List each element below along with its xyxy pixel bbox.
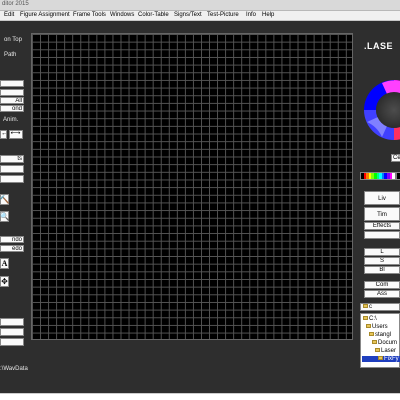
tree-item-laser[interactable]: Laser <box>375 348 396 354</box>
drive-icon <box>363 304 368 309</box>
bottom-strip <box>0 393 400 400</box>
l-button[interactable]: L <box>364 248 400 256</box>
menu-windows[interactable]: Windows <box>110 12 134 18</box>
tree-item-selected[interactable]: FixFy <box>362 356 400 362</box>
folder-icon <box>363 316 368 321</box>
center-button[interactable]: Ce <box>391 154 400 162</box>
move-tool-icon[interactable]: ✥ <box>0 276 9 287</box>
tree-item-stangl[interactable]: stangl <box>369 332 391 338</box>
magnifier-icon[interactable]: 🔍 <box>0 211 9 222</box>
drive-select[interactable]: c <box>360 303 400 311</box>
menu-info[interactable]: Info <box>246 12 256 18</box>
live-button[interactable]: Liv <box>364 191 400 205</box>
right-button-4[interactable] <box>364 231 400 239</box>
wavdata-path: :\WavData <box>0 366 28 372</box>
folder-tree[interactable]: C:\ Users stangl Docum Laser FixFy <box>360 313 400 368</box>
menu-signs-text[interactable]: Signs/Text <box>174 12 202 18</box>
redo-button[interactable]: edo <box>0 245 24 252</box>
undo-button[interactable]: ndo <box>0 236 24 243</box>
app-window: ditor 2015 Edit Figure Assignment Frame … <box>0 0 400 393</box>
menu-frame-tools[interactable]: Frame Tools <box>73 12 106 18</box>
hammer-icon[interactable]: 🔨 <box>0 194 9 205</box>
right-panel: .LASE Ce Liv Tim Effects L S Bl Com Ass … <box>358 33 400 393</box>
arrow-both-icon[interactable]: ⟷ <box>9 130 23 139</box>
all-button[interactable]: All <box>0 97 24 104</box>
title-bar: ditor 2015 <box>0 0 400 11</box>
folder-icon <box>372 340 377 345</box>
timeline-button[interactable]: Tim <box>364 207 400 221</box>
folder-icon <box>375 348 380 353</box>
ond-button[interactable]: ond <box>0 105 24 112</box>
left-button-5[interactable] <box>0 318 24 326</box>
laser-logo: .LASE <box>364 41 394 51</box>
path-label[interactable]: Path <box>4 52 16 58</box>
menu-bar: Edit Figure Assignment Frame Tools Windo… <box>0 11 400 21</box>
color-palette[interactable] <box>360 172 400 180</box>
left-button-3[interactable] <box>0 165 24 173</box>
arrow-left-icon[interactable]: ← <box>0 130 7 139</box>
menu-color-table[interactable]: Color-Table <box>138 12 169 18</box>
menu-test-picture[interactable]: Test-Picture <box>207 12 239 18</box>
tree-item-documents[interactable]: Docum <box>372 340 397 346</box>
folder-icon <box>366 324 371 329</box>
ts-button[interactable]: ts <box>0 155 24 163</box>
folder-icon <box>369 332 374 337</box>
left-button-2[interactable] <box>0 89 24 96</box>
window-title: ditor 2015 <box>2 1 29 7</box>
menu-help[interactable]: Help <box>262 12 274 18</box>
assign-button[interactable]: Ass <box>364 290 400 298</box>
effects-button[interactable]: Effects <box>364 222 400 230</box>
s-button[interactable]: S <box>364 257 400 265</box>
menu-figure-assignment[interactable]: Figure Assignment <box>20 12 70 18</box>
anim-label[interactable]: Anim. <box>3 117 18 123</box>
menu-edit[interactable]: Edit <box>4 12 14 18</box>
left-button-7[interactable] <box>0 338 24 346</box>
left-button-6[interactable] <box>0 328 24 336</box>
left-button-4[interactable] <box>0 175 24 183</box>
drive-label: c <box>369 304 372 310</box>
tree-item-c[interactable]: C:\ <box>363 316 377 322</box>
compile-button[interactable]: Com <box>364 281 400 289</box>
folder-icon <box>378 356 383 361</box>
on-top-label[interactable]: on Top <box>4 37 22 43</box>
tree-item-users[interactable]: Users <box>366 324 388 330</box>
bl-button[interactable]: Bl <box>364 266 400 274</box>
left-button-1[interactable] <box>0 80 24 87</box>
text-tool-icon[interactable]: A <box>0 258 9 269</box>
drawing-grid-canvas[interactable] <box>31 33 353 340</box>
